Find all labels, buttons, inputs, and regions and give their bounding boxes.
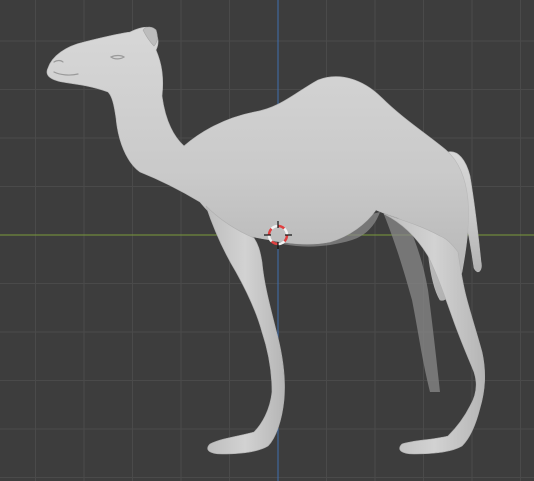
3d-viewport[interactable] [0, 0, 534, 481]
camel-mesh[interactable] [46, 26, 486, 455]
viewport-canvas[interactable] [0, 0, 534, 481]
